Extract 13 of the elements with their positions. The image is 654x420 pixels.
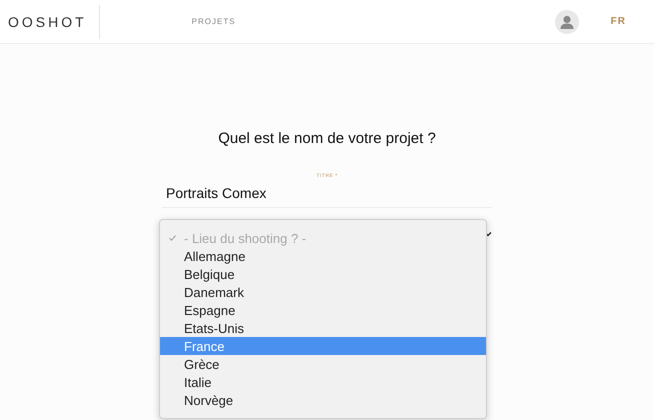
dropdown-option[interactable]: Grèce — [160, 355, 486, 373]
dropdown-option[interactable]: Italie — [160, 373, 486, 391]
nav-link[interactable]: PROJETS — [192, 17, 236, 26]
avatar-icon[interactable] — [554, 10, 579, 34]
logo: OOSHOT — [8, 4, 100, 38]
dropdown-option[interactable]: Danemark — [160, 283, 486, 301]
dropdown-option[interactable]: Norvège — [160, 391, 486, 409]
dropdown-option[interactable]: Etats-Unis — [160, 319, 486, 337]
dropdown-option[interactable]: Belgique — [160, 265, 486, 283]
dropdown-option[interactable]: Espagne — [160, 301, 486, 319]
dropdown-option[interactable]: Allemagne — [160, 247, 486, 265]
field-value: Portraits Comex — [166, 185, 266, 201]
page-heading: Quel est le nom de votre projet ? — [218, 130, 436, 147]
